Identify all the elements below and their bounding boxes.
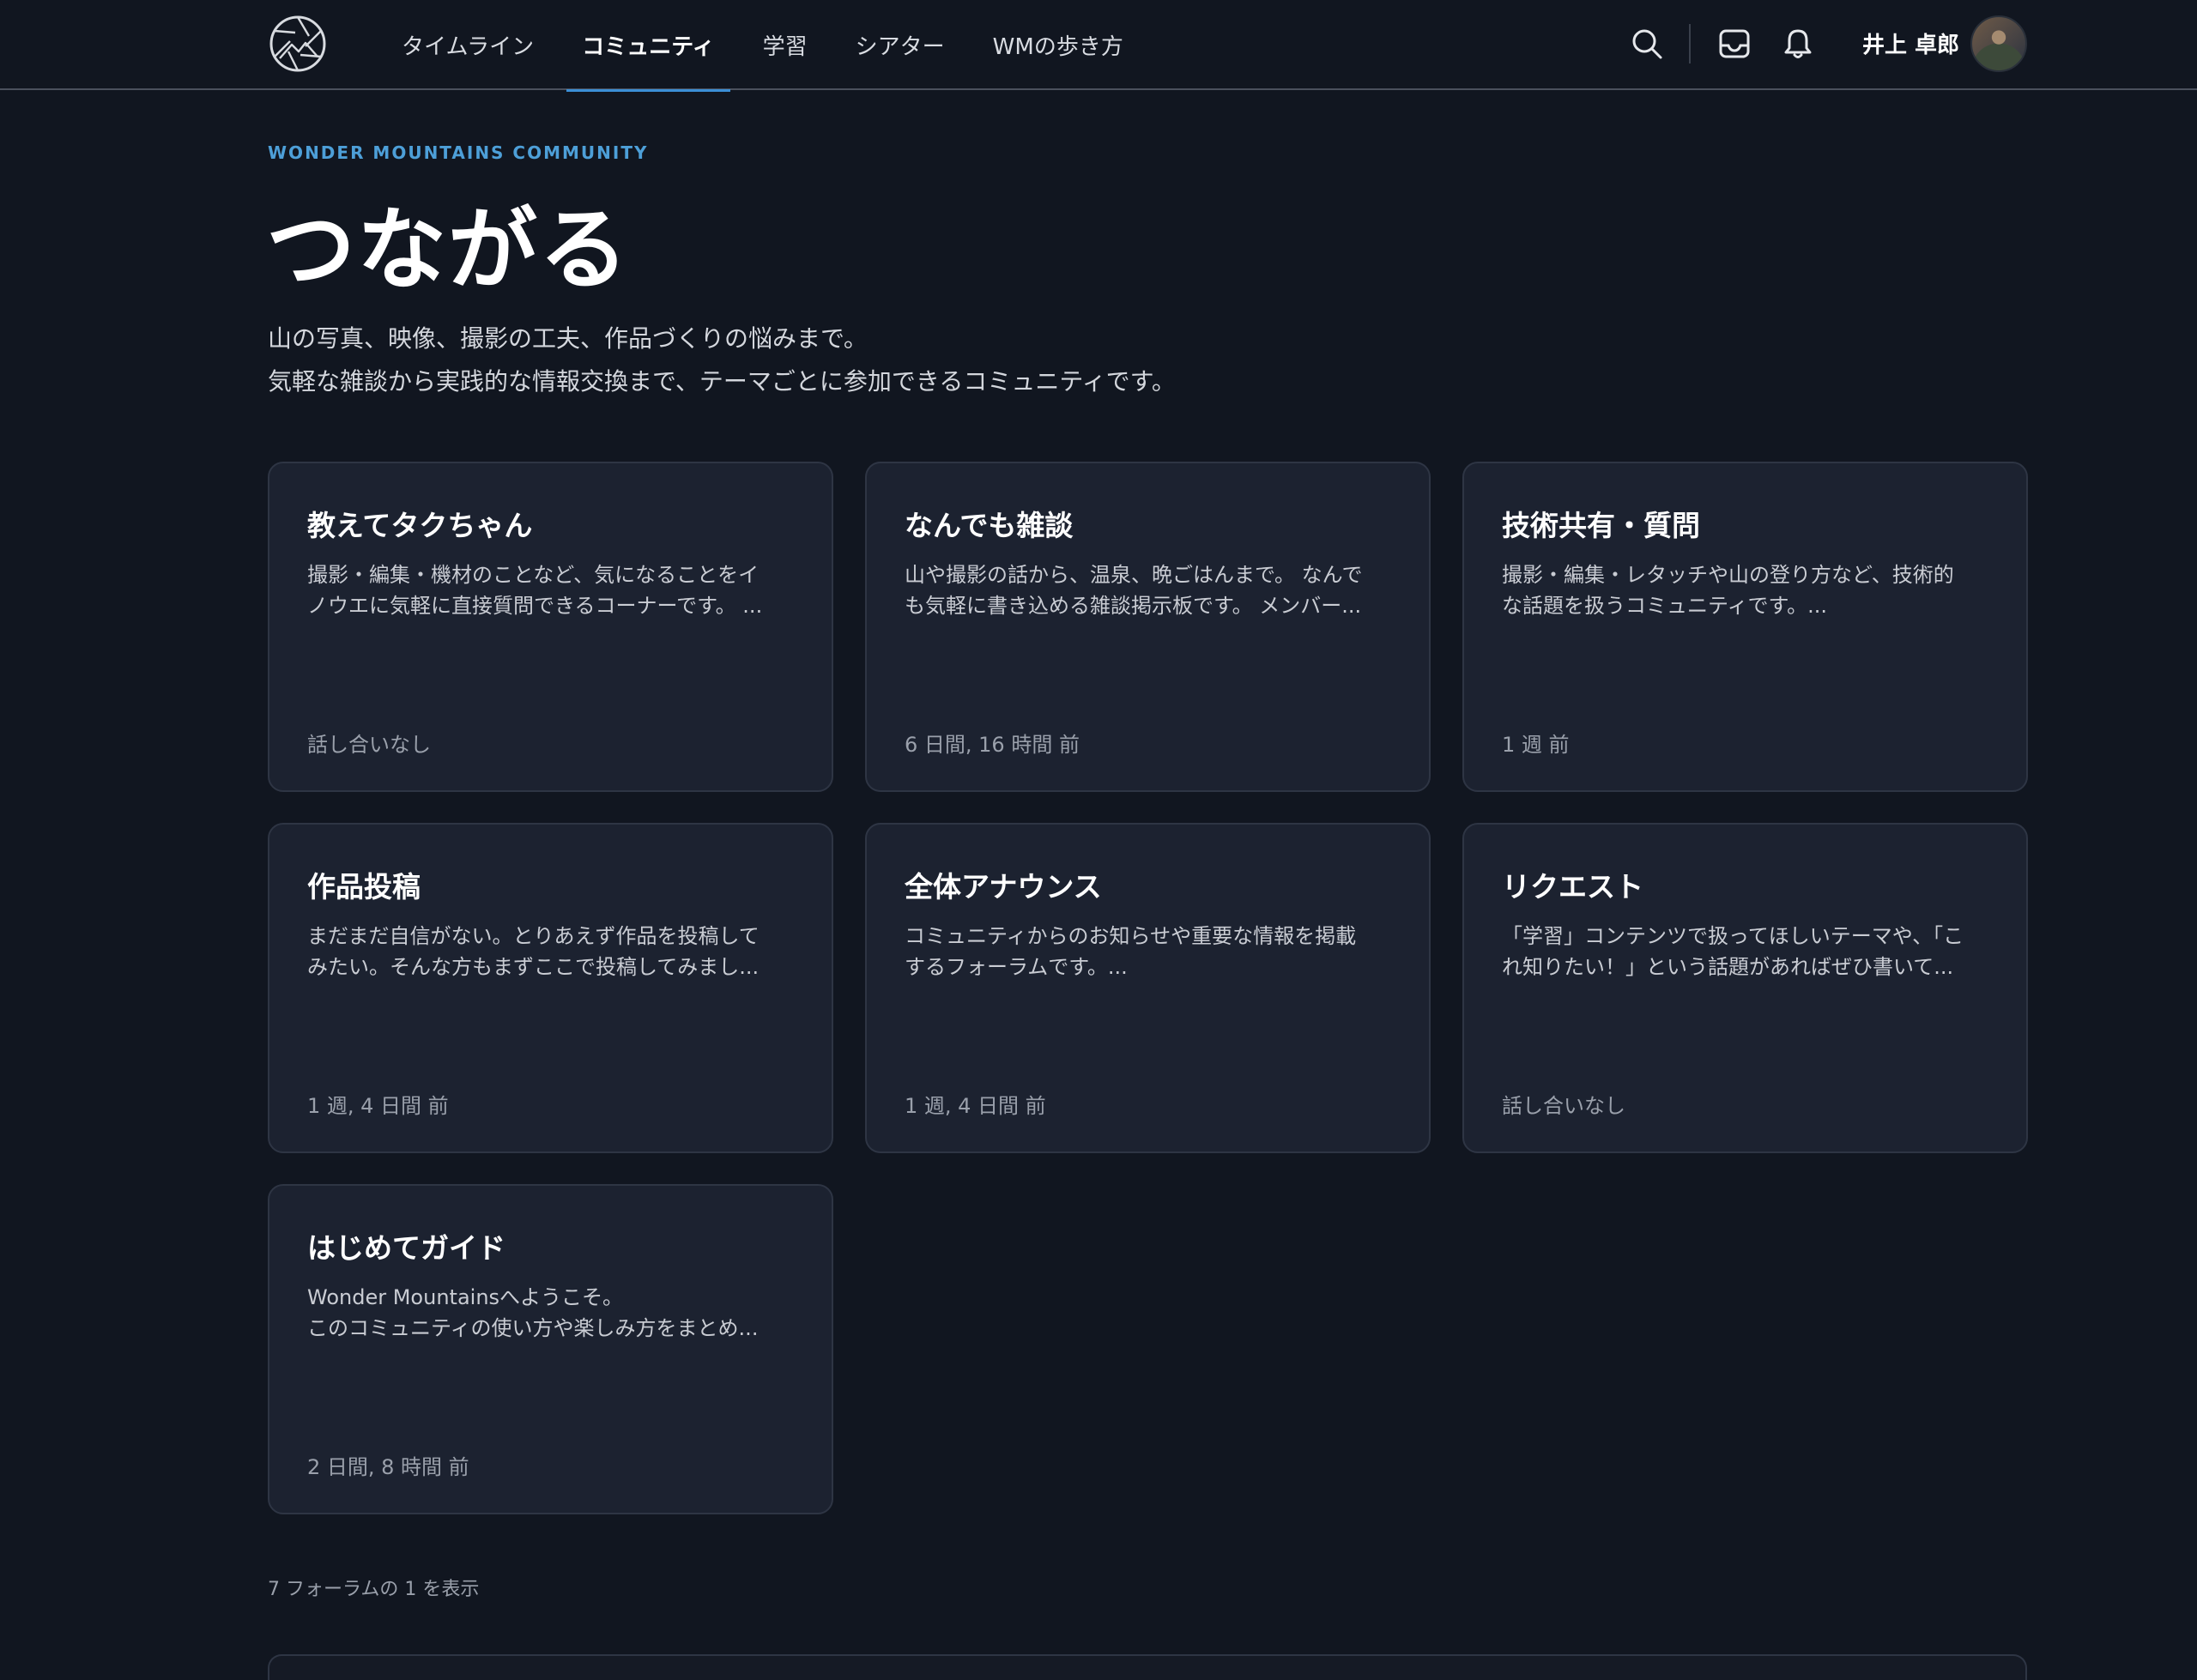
site-logo-icon[interactable] <box>268 14 328 74</box>
description-line: 山の写真、映像、撮影の工夫、作品づくりの悩みまで。 <box>268 324 868 353</box>
nav-item-community[interactable]: コミュニティ <box>566 0 731 92</box>
nav-item-timeline[interactable]: タイムライン <box>386 0 549 90</box>
forum-description: 撮影・編集・機材のことなど、気になることをイ ノウエに気軽に直接質問できるコーナ… <box>307 563 763 618</box>
header-divider <box>1689 24 1691 63</box>
forum-card-announcements[interactable]: 全体アナウンス コミュニティからのお知らせや重要な情報を掲載 するフォーラムです… <box>865 823 1431 1153</box>
description-line: 気軽な雑談から実践的な情報交換まで、テーマごとに参加できるコミュニティです。 <box>268 367 1176 396</box>
forum-last-activity: 1 週, 4 日間 前 <box>307 1094 449 1118</box>
page-description: 山の写真、映像、撮影の工夫、作品づくりの悩みまで。 気軽な雑談から実践的な情報交… <box>268 317 1176 403</box>
forum-card-getting-started[interactable]: はじめてガイド Wonder Mountainsへようこそ。 このコミュニティの… <box>268 1184 833 1514</box>
forum-description: コミュニティからのお知らせや重要な情報を掲載 するフォーラムです。... <box>905 924 1357 979</box>
forum-card-tech-qa[interactable]: 技術共有・質問 撮影・編集・レタッチや山の登り方など、技術的 な話題を扱うコミュ… <box>1462 462 2028 792</box>
pagination-summary: 7 フォーラムの 1 を表示 <box>268 1579 480 1600</box>
forum-title: はじめてガイド <box>307 1231 505 1265</box>
forum-last-activity: 1 週 前 <box>1502 733 1570 757</box>
avatar[interactable] <box>1970 15 2027 72</box>
forum-description: まだまだ自信がない。とりあえず作品を投稿して みたい。そんな方もまずここで投稿し… <box>307 924 760 979</box>
forum-description: 「学習」コンテンツで扱ってほしいテーマや、「こ れ知りたい！」という話題があれば… <box>1502 924 1964 979</box>
forum-last-activity: 6 日間, 16 時間 前 <box>905 733 1080 757</box>
user-name[interactable]: 井上 卓郎 <box>1862 27 1959 59</box>
forum-last-activity: 話し合いなし <box>307 733 431 757</box>
page-title: つながる <box>266 197 631 302</box>
forum-title: リクエスト <box>1502 870 1643 903</box>
section-eyebrow: WONDER MOUNTAINS COMMUNITY <box>268 142 649 163</box>
forum-title: なんでも雑談 <box>905 509 1074 542</box>
forum-last-activity: 1 週, 4 日間 前 <box>905 1094 1046 1118</box>
forum-title: 技術共有・質問 <box>1502 509 1700 542</box>
forum-card-ask-taku[interactable]: 教えてタクちゃん 撮影・編集・機材のことなど、気になることをイ ノウエに気軽に直… <box>268 462 833 792</box>
top-navigation-bar: タイムライン コミュニティ 学習 シアター WMの歩き方 井上 卓郎 <box>0 0 2197 92</box>
search-icon[interactable] <box>1629 26 1665 62</box>
forum-card-chat[interactable]: なんでも雑談 山や撮影の話から、温泉、晩ごはんまで。 なんで も気軽に書き込める… <box>865 462 1431 792</box>
forum-title: 全体アナウンス <box>905 870 1102 903</box>
forum-last-activity: 2 日間, 8 時間 前 <box>307 1455 469 1479</box>
nav-item-learning[interactable]: 学習 <box>747 0 823 90</box>
bell-icon[interactable] <box>1780 26 1816 62</box>
forum-description: 撮影・編集・レタッチや山の登り方など、技術的 な話題を扱うコミュニティです。..… <box>1502 563 1954 618</box>
forum-description: 山や撮影の話から、温泉、晩ごはんまで。 なんで も気軽に書き込める雑談掲示板です… <box>905 563 1363 618</box>
main-nav: タイムライン コミュニティ 学習 シアター WMの歩き方 <box>386 0 1156 92</box>
forum-description: Wonder Mountainsへようこそ。 このコミュニティの使い方や楽しみ方… <box>307 1285 759 1340</box>
forum-title: 教えてタクちゃん <box>307 509 533 542</box>
inbox-icon[interactable] <box>1716 26 1752 62</box>
forum-title: 作品投稿 <box>307 870 421 903</box>
forum-card-works[interactable]: 作品投稿 まだまだ自信がない。とりあえず作品を投稿して みたい。そんな方もまずこ… <box>268 823 833 1153</box>
nav-item-guide[interactable]: WMの歩き方 <box>977 0 1139 90</box>
forum-last-activity: 話し合いなし <box>1502 1094 1625 1118</box>
next-section-edge <box>268 1654 2027 1680</box>
nav-item-theater[interactable]: シアター <box>840 0 960 90</box>
forum-card-requests[interactable]: リクエスト 「学習」コンテンツで扱ってほしいテーマや、「こ れ知りたい！」という… <box>1462 823 2028 1153</box>
